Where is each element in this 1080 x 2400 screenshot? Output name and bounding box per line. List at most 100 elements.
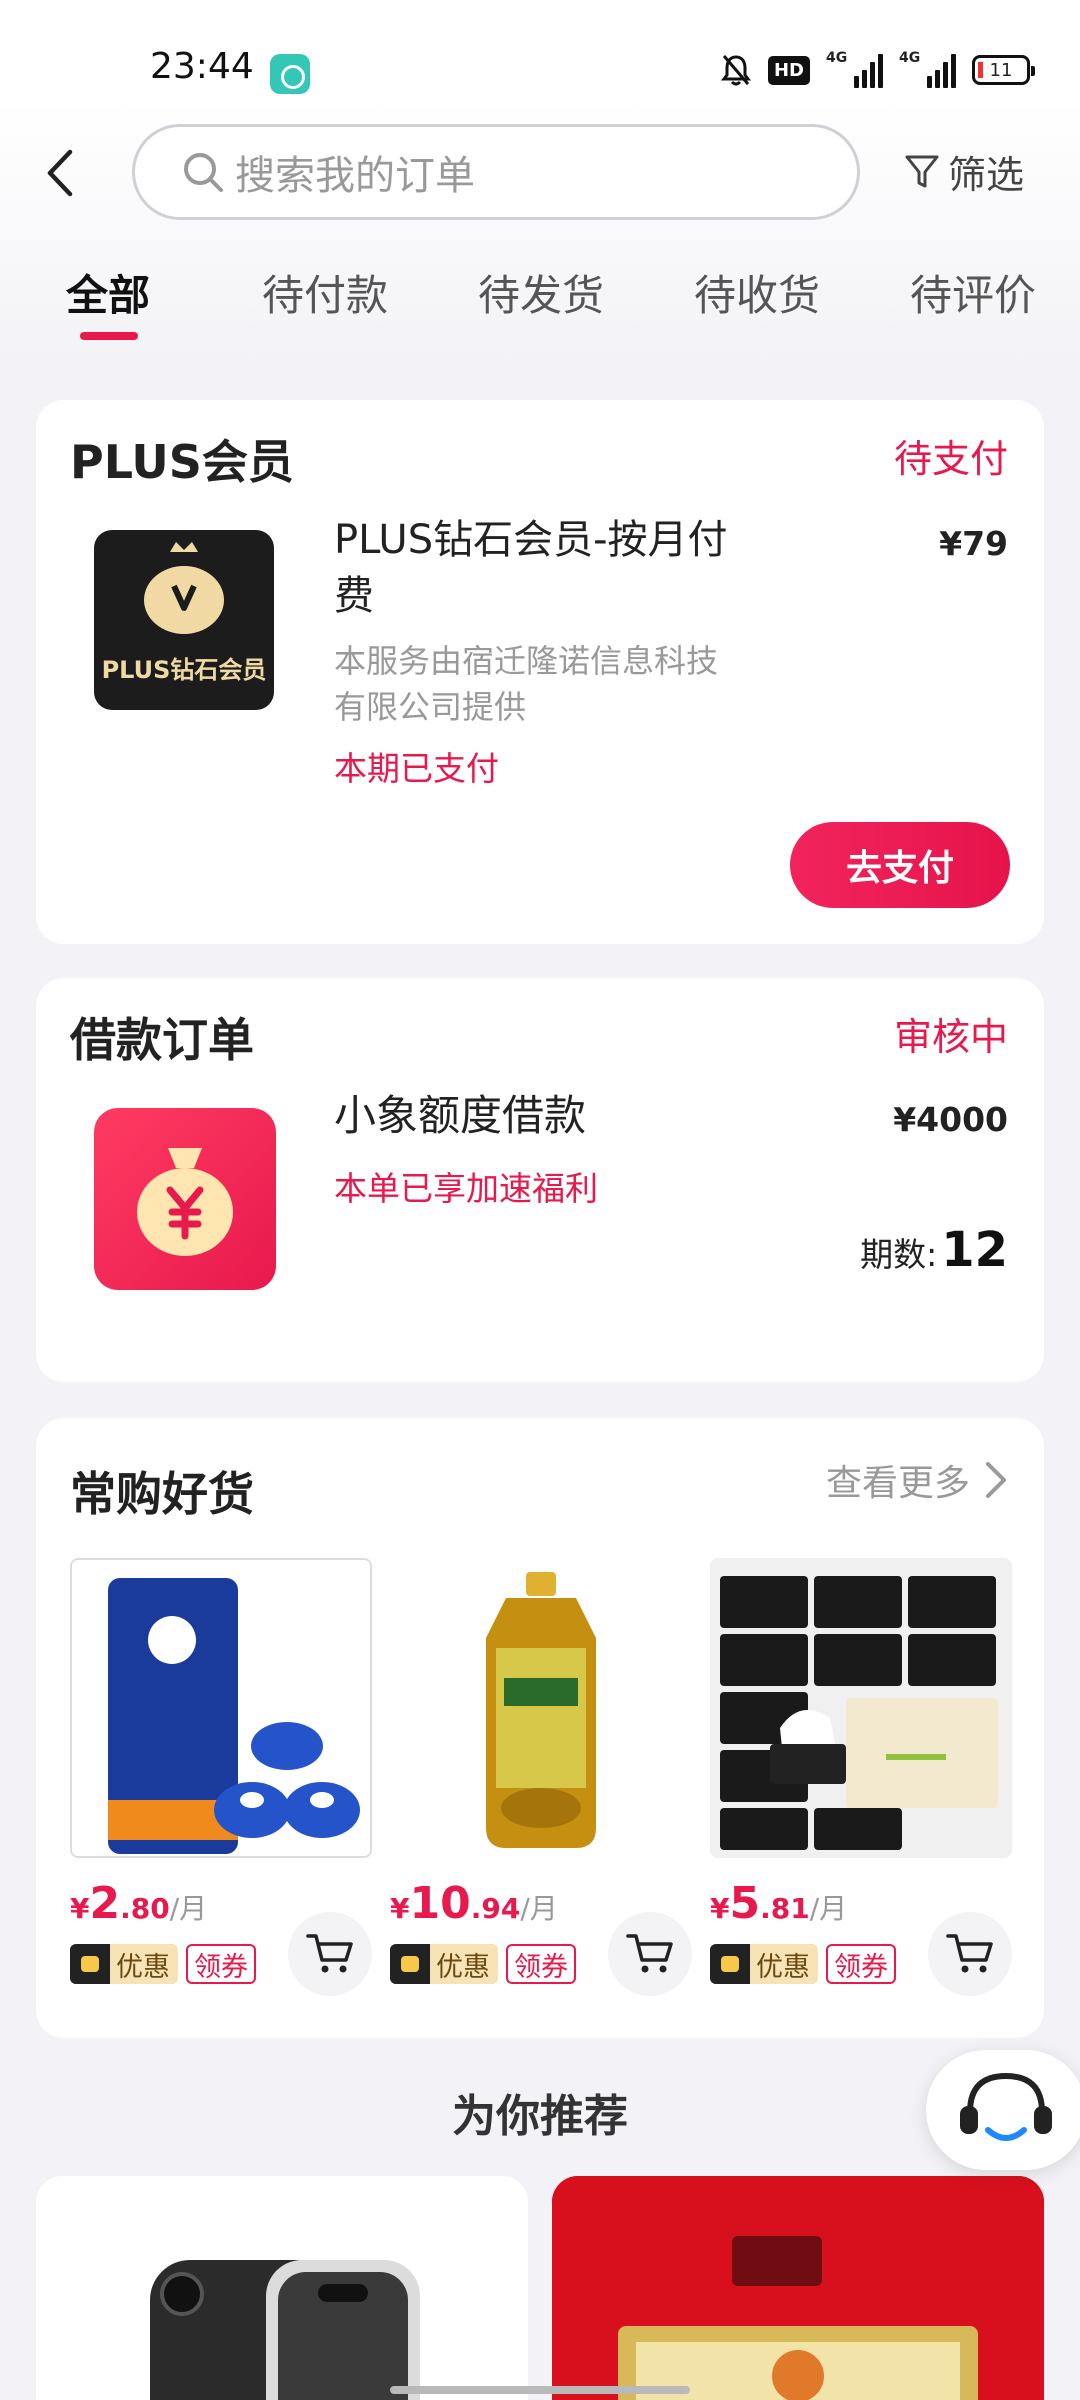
coupon-tag[interactable]: 领券: [506, 1944, 576, 1984]
order-tabs: 全部 待付款 待发货 待收货 待评价: [0, 262, 1080, 352]
goods-tags: 优惠 领券: [390, 1944, 576, 1984]
discount-label: 优惠: [436, 1951, 490, 1983]
crown-bag-icon: [144, 542, 224, 634]
cart-icon: [626, 1934, 673, 1973]
mute-bell-icon: [720, 53, 752, 87]
price-period: /月: [809, 1892, 848, 1925]
price-symbol: ¥: [710, 1892, 730, 1925]
goods-price: ¥2.80/月: [70, 1878, 207, 1929]
back-arrow-icon: [47, 149, 73, 197]
recommend-item-gift[interactable]: [552, 2176, 1044, 2400]
recommend-title: 为你推荐: [452, 2091, 628, 2142]
discount-tag: 优惠: [710, 1944, 818, 1984]
discount-icon: [390, 1944, 430, 1984]
periods-value: 12: [941, 1222, 1008, 1278]
discount-tag: 优惠: [390, 1944, 498, 1984]
phone-product-image: [150, 2260, 420, 2400]
tab-indicator: [80, 332, 138, 340]
add-to-cart-button[interactable]: [608, 1912, 692, 1996]
filter-button[interactable]: 筛选: [904, 144, 1024, 199]
plus-order-card[interactable]: PLUS会员 待支付 PLUS钻石会员 PLUS钻石会员-按月付 费 本服务由宿…: [36, 400, 1044, 944]
card-title: 借款订单: [70, 1013, 254, 1067]
price-integer: 10: [409, 1878, 471, 1929]
status-indicators: HD 4G 4G 11: [720, 50, 1035, 88]
recommend-item-phone[interactable]: [36, 2176, 528, 2400]
search-icon: [184, 153, 223, 192]
add-to-cart-button[interactable]: [288, 1912, 372, 1996]
tab-all[interactable]: 全部: [66, 262, 150, 323]
see-more-label: 查看更多: [825, 1463, 970, 1504]
goods-item[interactable]: ¥10.94/月 优惠 领券: [390, 1558, 692, 1996]
goods-image-cooking-oil[interactable]: [390, 1558, 692, 1858]
price-decimal: .80: [120, 1892, 170, 1925]
app-notification-icon: [270, 54, 310, 94]
tab-pending-shipment[interactable]: 待发货: [478, 262, 604, 323]
filter-label: 筛选: [948, 153, 1025, 197]
plus-member-logo: PLUS钻石会员: [94, 530, 274, 710]
goods-image-toilet-paper[interactable]: [70, 1558, 372, 1858]
product-provider-line2: 有限公司提供: [334, 688, 527, 726]
network-label-2: 4G: [899, 50, 921, 66]
tab-pending-payment[interactable]: 待付款: [262, 262, 388, 323]
discount-icon: [710, 1944, 750, 1984]
tab-pending-review[interactable]: 待评价: [910, 262, 1036, 323]
see-more-link[interactable]: 查看更多: [826, 1454, 1008, 1506]
discount-tag: 优惠: [70, 1944, 178, 1984]
order-status: 待支付: [893, 437, 1008, 481]
signal-icon-2: 4G: [899, 50, 956, 88]
discount-icon: [70, 1944, 110, 1984]
signal-icon: 4G: [826, 50, 883, 88]
loan-amount: ¥4000: [893, 1100, 1008, 1139]
coupon-tag[interactable]: 领券: [826, 1944, 896, 1984]
frequent-goods-card: 常购好货 查看更多 ¥2.80/月 优惠 领券 ¥10.94/月 优惠 领券 ¥…: [36, 1418, 1044, 2038]
loan-logo: [94, 1108, 276, 1290]
order-status: 审核中: [893, 1015, 1008, 1059]
product-name-line2: 费: [334, 573, 374, 619]
discount-label: 优惠: [116, 1951, 170, 1983]
price-period: /月: [169, 1892, 208, 1925]
product-name: 小象额度借款: [334, 1091, 587, 1140]
headset-icon: [960, 2072, 1052, 2141]
chevron-right-icon: [986, 1462, 1006, 1498]
order-price: ¥79: [939, 524, 1008, 563]
plus-logo-text: PLUS钻石会员: [101, 656, 267, 684]
price-decimal: .81: [760, 1892, 810, 1925]
goods-price: ¥10.94/月: [390, 1878, 558, 1929]
goods-image-tissues[interactable]: [710, 1558, 1012, 1858]
tab-pending-receipt[interactable]: 待收货: [694, 262, 820, 323]
loan-benefit-note: 本单已享加速福利: [334, 1169, 598, 1208]
pay-button[interactable]: 去支付: [790, 822, 1010, 908]
battery-level: 11: [989, 59, 1013, 81]
customer-service-button[interactable]: [926, 2050, 1080, 2170]
goods-item[interactable]: ¥5.81/月 优惠 领券: [710, 1558, 1012, 1996]
payment-note: 本期已支付: [334, 749, 499, 788]
back-button[interactable]: [38, 148, 88, 198]
network-label: 4G: [826, 50, 848, 66]
discount-label: 优惠: [756, 1951, 810, 1983]
product-name-line1: PLUS钻石会员-按月付: [334, 517, 728, 563]
search-placeholder: 搜索我的订单: [235, 153, 475, 199]
search-input[interactable]: 搜索我的订单: [132, 124, 860, 220]
coupon-tag[interactable]: 领券: [186, 1944, 256, 1984]
cart-icon: [306, 1934, 353, 1973]
battery-icon: 11: [972, 55, 1035, 85]
hd-badge: HD: [767, 55, 810, 85]
filter-icon: [905, 155, 939, 187]
product-provider-line1: 本服务由宿迁隆诺信息科技: [334, 642, 719, 680]
periods-label: 期数:: [860, 1235, 938, 1274]
price-period: /月: [520, 1892, 558, 1925]
add-to-cart-button[interactable]: [928, 1912, 1012, 1996]
price-symbol: ¥: [390, 1892, 410, 1925]
price-integer: 2: [89, 1878, 121, 1929]
goods-price: ¥5.81/月: [710, 1878, 847, 1929]
price-decimal: .94: [470, 1892, 521, 1925]
money-bag-icon: [137, 1148, 233, 1256]
goods-item[interactable]: ¥2.80/月 优惠 领券: [70, 1558, 372, 1996]
gift-product-image: [552, 2176, 1044, 2400]
section-title: 常购好货: [70, 1467, 254, 1521]
loan-order-card[interactable]: 借款订单 审核中 小象额度借款 本单已享加速福利 ¥4000 期数: 12: [36, 978, 1044, 1382]
goods-tags: 优惠 领券: [70, 1944, 256, 1984]
price-symbol: ¥: [70, 1892, 90, 1925]
status-time: 23:44: [150, 46, 254, 87]
home-indicator[interactable]: [390, 2386, 690, 2394]
